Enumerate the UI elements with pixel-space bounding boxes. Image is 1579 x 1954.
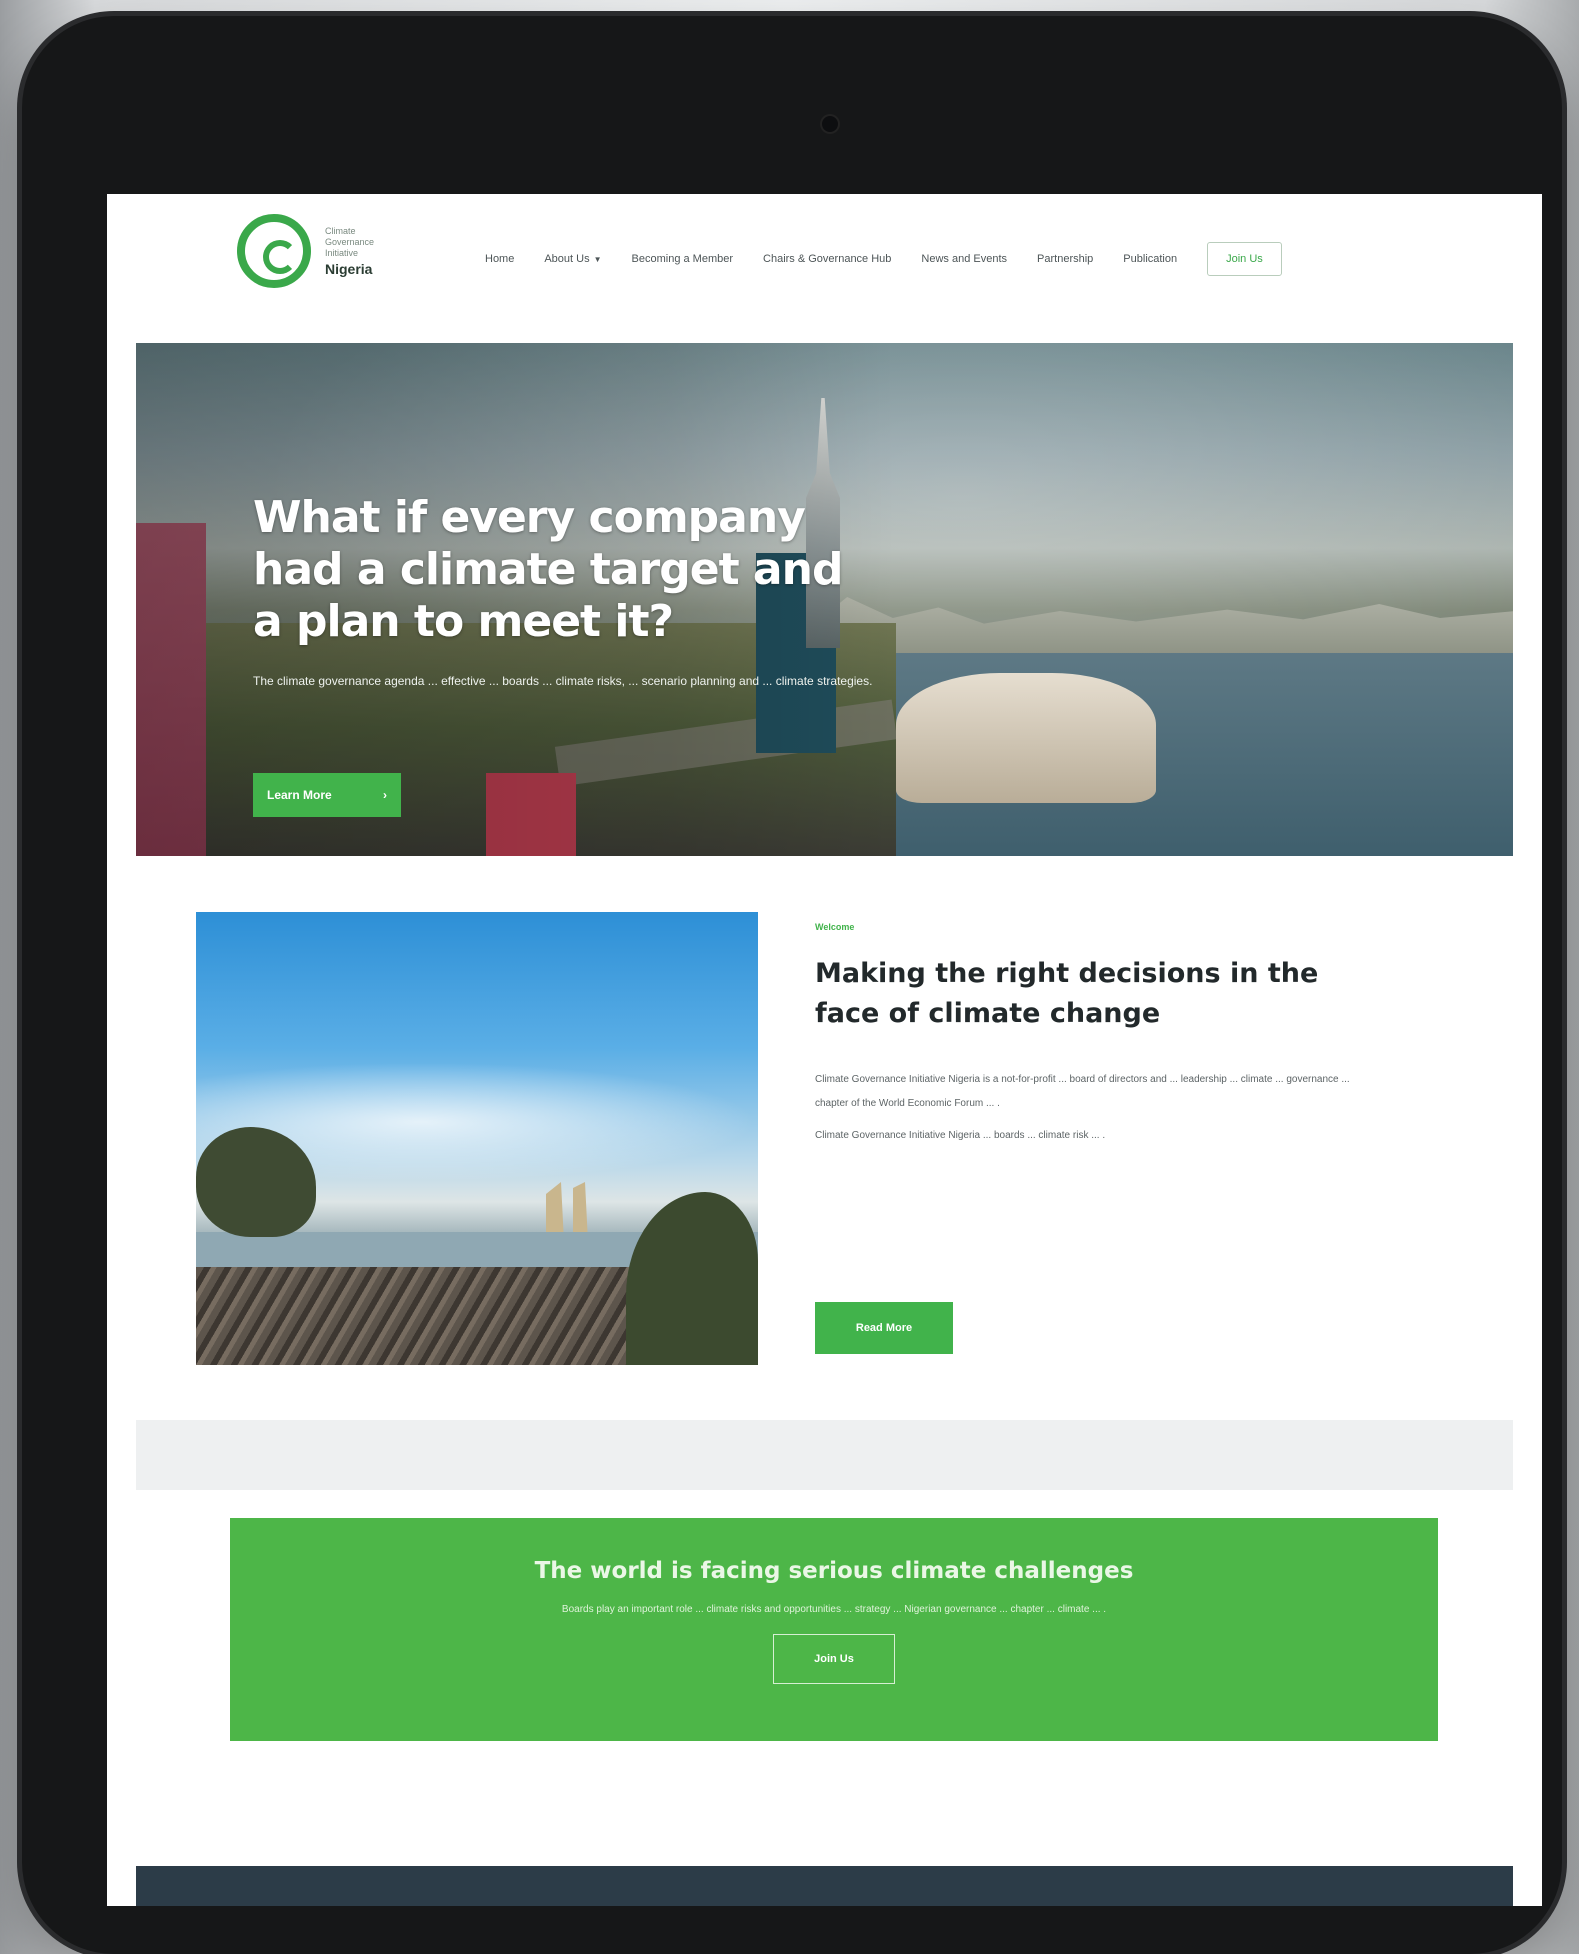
nav-item-membership[interactable]: Becoming a Member xyxy=(632,253,734,265)
tablet-frame: Climate Governance Initiative Nigeria Ho… xyxy=(22,16,1562,1954)
hero-title-line: had a climate target and xyxy=(253,544,843,595)
hero-banner: What if every company had a climate targ… xyxy=(136,343,1513,856)
chevron-down-icon: ▼ xyxy=(593,255,602,264)
footer-strip xyxy=(136,1866,1513,1906)
cta-banner: The world is facing serious climate chal… xyxy=(230,1518,1438,1741)
main-nav: Home About Us ▼ Becoming a Member Chairs … xyxy=(485,242,1282,276)
logo-line: Climate xyxy=(325,225,356,236)
nav-item-partnership[interactable]: Partnership xyxy=(1037,253,1093,265)
nav-item-governance-hub[interactable]: Chairs & Governance Hub xyxy=(763,253,891,265)
hero-title-line: a plan to meet it? xyxy=(253,596,674,647)
about-title: Making the right decisions in the face o… xyxy=(815,958,1319,1029)
logo-icon xyxy=(237,214,311,288)
logo-line: Governance xyxy=(325,236,375,247)
website-screen: Climate Governance Initiative Nigeria Ho… xyxy=(107,194,1542,1906)
about-image xyxy=(196,912,758,1365)
logo-country: Nigeria xyxy=(325,260,373,277)
nav-item-label: About Us xyxy=(544,253,590,265)
cta-title: The world is facing serious climate chal… xyxy=(534,1558,1134,1584)
about-eyebrow: Welcome xyxy=(815,922,855,932)
nav-item-home[interactable]: Home xyxy=(485,253,514,265)
site-logo[interactable]: Climate Governance Initiative Nigeria xyxy=(237,214,374,288)
about-image-tree xyxy=(626,1192,758,1365)
arrow-right-icon: › xyxy=(383,788,387,802)
read-more-button[interactable]: Read More xyxy=(815,1302,953,1354)
camera-icon xyxy=(822,116,838,132)
hero-title: What if every company had a climate targ… xyxy=(253,492,893,648)
nav-item-about[interactable]: About Us ▼ xyxy=(544,253,601,265)
join-us-nav-button[interactable]: Join Us xyxy=(1207,242,1282,276)
join-us-button[interactable]: Join Us xyxy=(773,1634,895,1684)
hero-description: The climate governance agenda ... effect… xyxy=(253,674,873,688)
site-header: Climate Governance Initiative Nigeria Ho… xyxy=(107,194,1542,329)
logo-line: Initiative xyxy=(325,247,359,258)
hero-stadium xyxy=(896,673,1156,803)
about-section: Welcome Making the right decisions in th… xyxy=(815,922,1375,1148)
about-paragraph: Climate Governance Initiative Nigeria ..… xyxy=(815,1130,1106,1141)
cta-description: Boards play an important role ... climat… xyxy=(561,1604,1107,1615)
nav-item-news[interactable]: News and Events xyxy=(921,253,1007,265)
nav-item-publication[interactable]: Publication xyxy=(1123,253,1177,265)
learn-more-label: Learn More xyxy=(267,788,332,802)
hero-title-line: What if every company xyxy=(253,492,806,543)
hero-content: What if every company had a climate targ… xyxy=(253,492,893,691)
logo-text: Climate Governance Initiative Nigeria xyxy=(325,226,374,277)
learn-more-button[interactable]: Learn More › xyxy=(253,773,401,817)
section-divider-band xyxy=(136,1420,1513,1490)
about-paragraph: Climate Governance Initiative Nigeria is… xyxy=(815,1074,1350,1109)
